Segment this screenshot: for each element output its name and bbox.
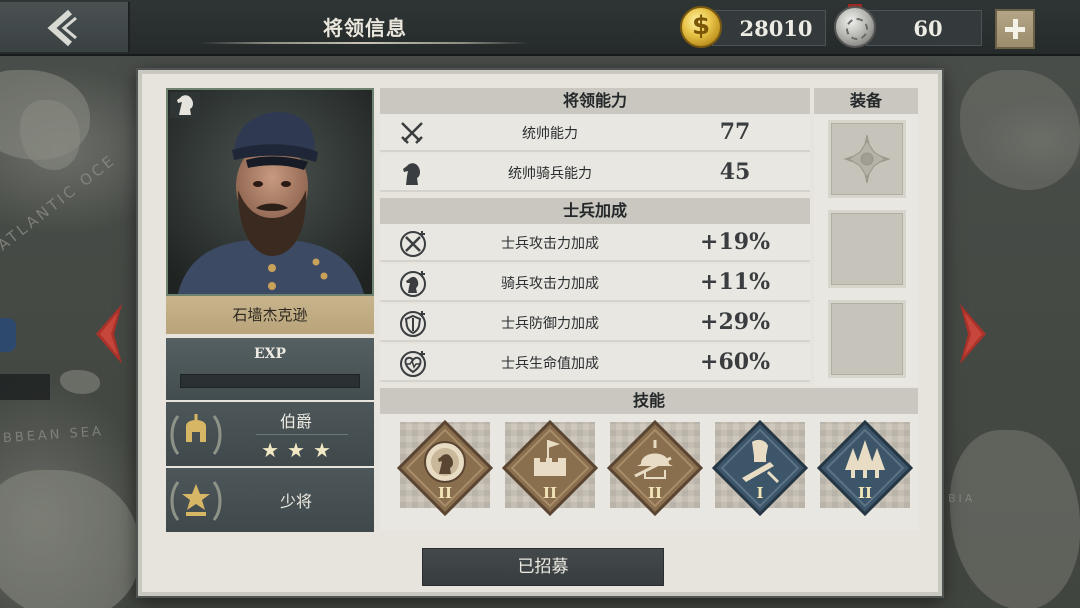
exp-bar [180, 374, 360, 388]
map-label-region: BIA [948, 492, 976, 505]
portrait-image [168, 90, 372, 294]
defense-bonus-icon [400, 311, 426, 337]
skill-level: II [647, 484, 663, 502]
general-portrait [166, 88, 374, 296]
star-icon: ★ [287, 438, 305, 462]
stat-label: 士兵攻击力加成 [501, 236, 599, 252]
attack-bonus-icon [400, 231, 426, 257]
map-label-caribbean: IBBEAN SEA [0, 424, 105, 447]
page-title: 将领信息 [323, 16, 407, 40]
bonus-header: 士兵加成 [380, 198, 810, 224]
medal-counter: 60 [866, 10, 982, 46]
equipment-column [814, 114, 918, 386]
military-rank-panel: 少将 [166, 468, 374, 532]
map-marker[interactable] [0, 318, 16, 352]
stat-label: 统帅能力 [522, 126, 578, 142]
skill-level: II [542, 484, 558, 502]
skill-slot-2[interactable]: II [501, 419, 599, 522]
stat-row-health-bonus: 士兵生命值加成 +60% [380, 344, 810, 382]
stat-row-attack-bonus: 士兵攻击力加成 +19% [380, 224, 810, 262]
equipment-slot-2[interactable] [828, 210, 906, 288]
star-icon: ★ [261, 438, 280, 462]
horse-medallion-icon [396, 419, 494, 517]
add-currency-button[interactable] [995, 9, 1035, 49]
skill-slot-1[interactable]: II [396, 419, 494, 522]
gold-counter: 28010 [712, 10, 826, 46]
skill-level: I [756, 484, 764, 502]
stat-value: +19% [700, 229, 770, 255]
skills-header: 技能 [380, 388, 918, 414]
soldier-helmet-icon [606, 419, 704, 517]
gold-coin-icon: $ [680, 6, 722, 48]
health-bonus-icon [400, 351, 426, 377]
star-laurel-icon [170, 481, 222, 521]
stat-row-cavalry-command: 统帅骑兵能力 45 [380, 154, 810, 192]
stat-value: 45 [719, 159, 751, 185]
cavalry-class-badge [170, 92, 200, 118]
skill-level: II [437, 484, 453, 502]
title-underline [200, 42, 530, 44]
star-icon: ★ [312, 438, 331, 462]
stat-row-defense-bonus: 士兵防御力加成 +29% [380, 304, 810, 342]
medal-value: 60 [913, 16, 943, 41]
chevron-left-icon [47, 10, 77, 46]
exp-panel: EXP [166, 338, 374, 400]
crossed-swords-icon [401, 122, 423, 144]
abilities-header: 将领能力 [380, 88, 810, 114]
gold-value: 28010 [739, 16, 813, 41]
stat-label: 士兵生命值加成 [501, 356, 599, 372]
equipment-slot-3[interactable] [828, 300, 906, 378]
skill-slot-4[interactable]: I [711, 419, 809, 522]
stat-value: 77 [719, 119, 751, 145]
order-star-icon [843, 134, 891, 184]
rank-divider [256, 434, 348, 435]
fortress-flag-icon [501, 419, 599, 517]
recruited-button[interactable]: 已招募 [422, 548, 664, 586]
stat-label: 士兵防御力加成 [501, 316, 599, 332]
artillery-shell-icon [711, 419, 809, 517]
silver-medal-icon [834, 6, 876, 48]
gold-coin-symbol: $ [691, 11, 711, 41]
stat-row-cavalry-bonus: 骑兵攻击力加成 +11% [380, 264, 810, 302]
skills-area: II II II I II [380, 414, 918, 530]
skill-slot-5[interactable]: II [816, 419, 914, 522]
forest-trees-icon [816, 419, 914, 517]
page-title-wrap: 将领信息 [200, 0, 530, 50]
top-bar: 将领信息 28010 $ 60 [0, 0, 1080, 56]
stat-value: +29% [700, 309, 770, 335]
rank-stars: ★ ★ ★ [234, 438, 358, 462]
stat-value: +60% [700, 349, 770, 375]
map-marker-label [0, 374, 50, 400]
noble-rank-panel: 伯爵 ★ ★ ★ [166, 402, 374, 466]
equipment-header: 装备 [814, 88, 918, 114]
general-info-panel: 石墙杰克逊 EXP 伯爵 ★ ★ ★ 少将 将领能力 统帅能力 77 统帅骑兵能… [138, 70, 942, 596]
stat-row-command: 统帅能力 77 [380, 114, 810, 152]
horse-head-icon [403, 163, 420, 185]
stat-label: 骑兵攻击力加成 [501, 276, 599, 292]
cavalry-bonus-icon [400, 271, 426, 297]
noble-rank-title: 伯爵 [279, 412, 312, 431]
military-rank-title: 少将 [279, 492, 312, 511]
knight-horse-icon [177, 95, 193, 115]
next-general-arrow-icon[interactable] [958, 302, 990, 366]
skill-slot-3[interactable]: II [606, 419, 704, 522]
helmet-laurel-icon [170, 414, 222, 455]
exp-label: EXP [253, 346, 287, 362]
stat-value: +11% [700, 269, 770, 295]
general-name: 石墙杰克逊 [166, 296, 374, 334]
stat-label: 统帅骑兵能力 [508, 166, 592, 182]
skill-level: II [857, 484, 873, 502]
back-button[interactable] [0, 2, 130, 52]
equipment-slot-1[interactable] [828, 120, 906, 198]
prev-general-arrow-icon[interactable] [92, 302, 124, 366]
